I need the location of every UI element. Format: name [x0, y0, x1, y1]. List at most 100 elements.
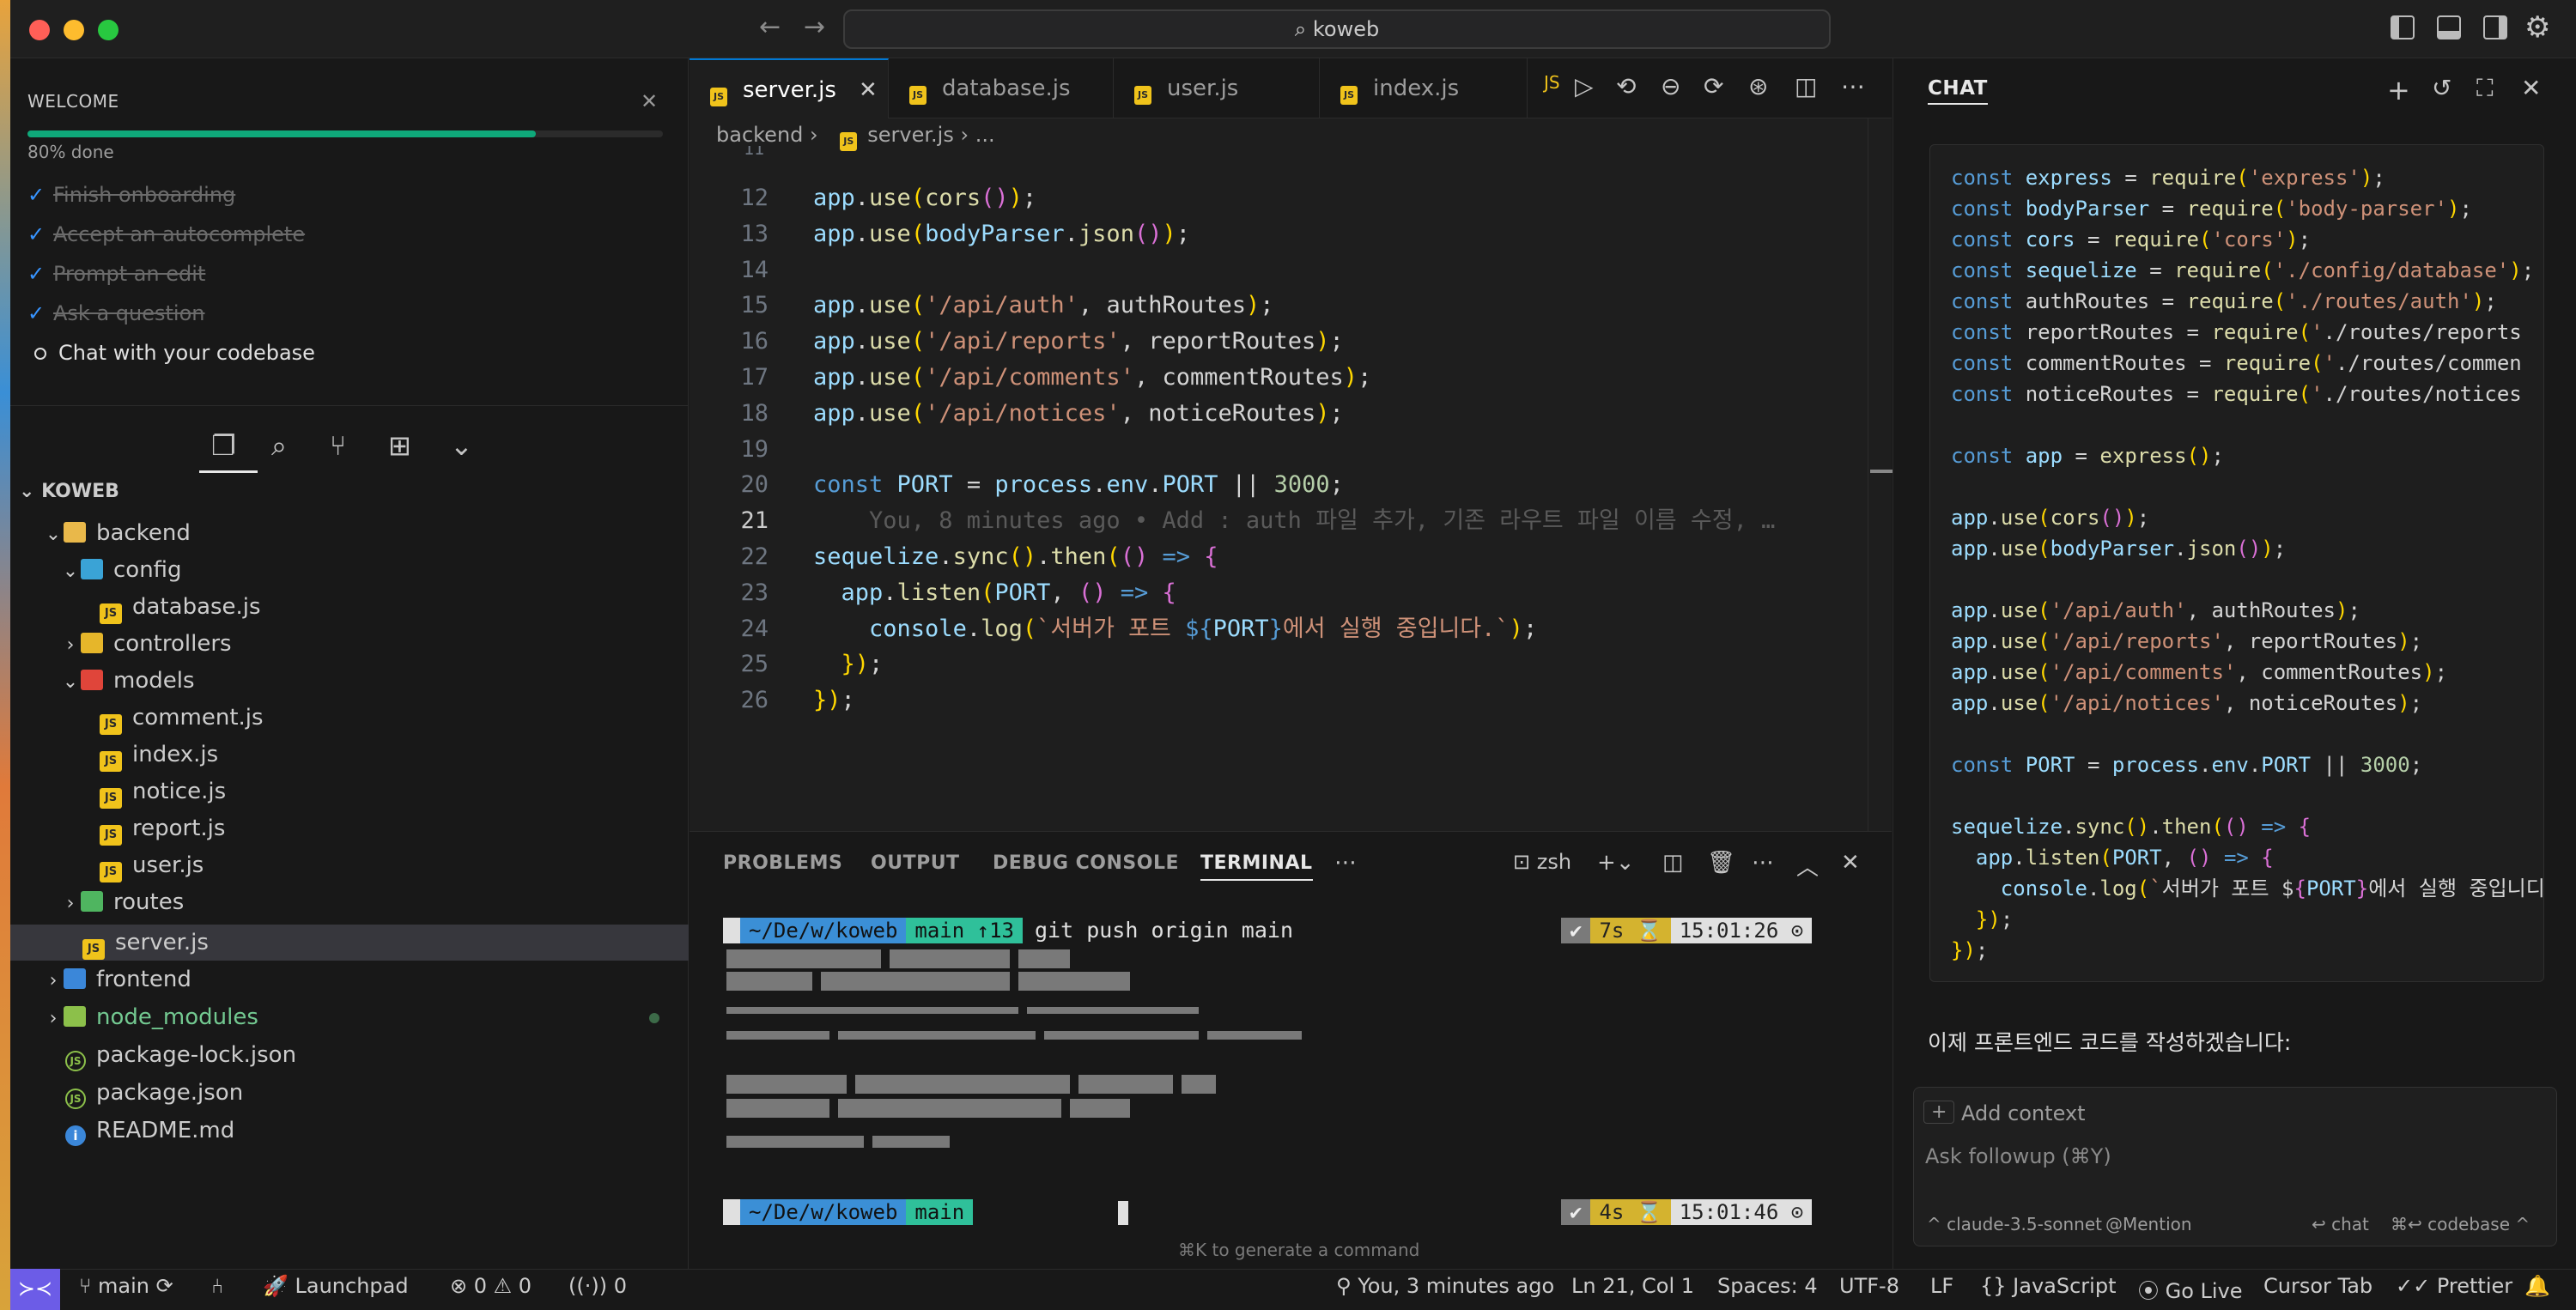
close-chat-icon[interactable]: ✕: [2521, 74, 2541, 102]
code-line[interactable]: 20 const PORT = process.env.PORT || 3000;: [690, 467, 1874, 503]
minimize-window-button[interactable]: [64, 20, 84, 40]
close-panel-icon[interactable]: ✕: [1841, 850, 1860, 876]
code-line[interactable]: 14: [690, 252, 1874, 288]
more-actions-icon[interactable]: ⋯: [1841, 72, 1865, 100]
tree-item-controllers[interactable]: › controllers: [10, 626, 689, 662]
chat-submit-button[interactable]: ↩ chat: [2312, 1214, 2369, 1234]
onboarding-item[interactable]: Chat with your codebase: [27, 338, 315, 367]
code-line[interactable]: 16 app.use('/api/reports', reportRoutes);: [690, 324, 1874, 360]
encoding[interactable]: UTF-8: [1839, 1274, 1899, 1298]
ports-indicator[interactable]: ((·)) 0: [568, 1274, 627, 1298]
code-line[interactable]: 21 You, 8 minutes ago • Add : auth 파일 추가…: [690, 503, 1874, 539]
new-chat-icon[interactable]: +: [2387, 74, 2410, 106]
tree-item-frontend[interactable]: › frontend: [10, 961, 689, 998]
code-line[interactable]: 12 app.use(cors());: [690, 180, 1874, 216]
close-window-button[interactable]: [29, 20, 50, 40]
go-back-change-icon[interactable]: ⟲: [1616, 72, 1636, 100]
close-tab-icon[interactable]: ✕: [859, 77, 878, 103]
explorer-files-icon[interactable]: ❐: [211, 429, 236, 462]
onboarding-item[interactable]: ✓ Ask a question: [27, 299, 204, 328]
code-line[interactable]: 26});: [690, 682, 1874, 719]
explorer-root[interactable]: ⌄ KOWEB: [19, 481, 119, 502]
branch-indicator[interactable]: ⑂ main ⟳: [79, 1274, 173, 1298]
chat-code-block[interactable]: const express = require('express'); const…: [1929, 144, 2544, 982]
code-line[interactable]: 19: [690, 432, 1874, 468]
onboarding-item[interactable]: ✓ Finish onboarding: [27, 180, 235, 209]
tree-item-routes[interactable]: › routes: [10, 884, 689, 920]
run-icon[interactable]: ▷: [1575, 72, 1594, 100]
codebase-submit-button[interactable]: ⌘↩ codebase ^: [2391, 1214, 2530, 1234]
cursor-tab-toggle[interactable]: Cursor Tab: [2263, 1274, 2372, 1298]
tab-server-js[interactable]: JS server.js ✕: [690, 58, 889, 118]
tab-index-js[interactable]: JS index.js: [1320, 58, 1528, 118]
tab-problems[interactable]: PROBLEMS: [723, 852, 842, 874]
mention-button[interactable]: @Mention: [2105, 1214, 2192, 1234]
tree-item-config[interactable]: ⌄ config: [10, 552, 689, 588]
terminal-shell-selector[interactable]: ⊡ zsh: [1513, 850, 1571, 874]
tree-item-backend[interactable]: ⌄ backend: [10, 515, 689, 551]
chevron-down-icon[interactable]: ⌄: [450, 429, 473, 462]
extensions-icon[interactable]: ⊞: [388, 429, 411, 462]
code-line[interactable]: 24 console.log(`서버가 포트 ${PORT}에서 실행 중입니다…: [690, 611, 1874, 647]
code-line[interactable]: 18 app.use('/api/notices', noticeRoutes);: [690, 396, 1874, 432]
tree-item-database-js[interactable]: JS database.js: [10, 589, 689, 625]
tab-terminal[interactable]: TERMINAL: [1200, 852, 1313, 881]
trash-icon[interactable]: 🗑: [1707, 850, 1735, 876]
back-arrow-icon[interactable]: ←: [759, 12, 781, 42]
code-line[interactable]: 23 app.listen(PORT, () => {: [690, 575, 1874, 611]
code-line[interactable]: 13 app.use(bodyParser.json());: [690, 216, 1874, 252]
prettier-status[interactable]: ✓✓ Prettier: [2396, 1274, 2512, 1298]
tree-item-index-js[interactable]: JS index.js: [10, 737, 689, 773]
tree-item-notice-js[interactable]: JS notice.js: [10, 773, 689, 810]
more-actions-icon[interactable]: ⋯: [1752, 850, 1774, 876]
go-forward-change-icon[interactable]: ⟳: [1704, 72, 1723, 100]
welcome-close-icon[interactable]: ✕: [641, 89, 658, 113]
gear-icon[interactable]: ⚙: [2524, 10, 2550, 45]
tab-debug-console[interactable]: DEBUG CONSOLE: [993, 852, 1179, 874]
forward-arrow-icon[interactable]: →: [804, 12, 825, 42]
search-icon[interactable]: ⌕: [271, 429, 287, 463]
new-terminal-icon[interactable]: +⌄: [1597, 850, 1635, 876]
end-of-line[interactable]: LF: [1930, 1274, 1953, 1298]
indentation[interactable]: Spaces: 4: [1717, 1274, 1818, 1298]
command-center-search[interactable]: ⌕ koweb: [843, 9, 1831, 49]
maximize-chat-icon[interactable]: ⛶: [2476, 74, 2494, 103]
model-selector[interactable]: ^ claude-3.5-sonnet: [1927, 1214, 2102, 1234]
git-graph-icon[interactable]: ⊛: [1748, 72, 1768, 100]
chat-tab[interactable]: CHAT: [1928, 77, 1988, 105]
language-mode[interactable]: {} JavaScript: [1980, 1274, 2116, 1298]
split-terminal-icon[interactable]: ◫: [1662, 850, 1684, 876]
tree-item-report-js[interactable]: JS report.js: [10, 810, 689, 846]
git-blame-indicator[interactable]: ⚲ You, 3 minutes ago: [1336, 1274, 1554, 1298]
code-line[interactable]: 25 });: [690, 646, 1874, 682]
gitlens-icon[interactable]: ⑃: [211, 1274, 223, 1298]
more-panels-icon[interactable]: ⋯: [1334, 850, 1357, 876]
tab-user-js[interactable]: JS user.js: [1114, 58, 1320, 118]
tree-item-user-js[interactable]: JS user.js: [10, 847, 689, 883]
code-line[interactable]: 22 sequelize.sync().then(() => {: [690, 539, 1874, 575]
tree-item-models[interactable]: ⌄ models: [10, 663, 689, 699]
split-editor-icon[interactable]: ◫: [1795, 72, 1817, 100]
remote-indicator-icon[interactable]: ≻≺: [10, 1269, 60, 1310]
history-icon[interactable]: ↺: [2432, 74, 2451, 102]
maximize-panel-icon[interactable]: ︿: [1796, 850, 1819, 882]
onboarding-item[interactable]: ✓ Accept an autocomplete: [27, 220, 305, 249]
add-context-button[interactable]: Add context: [1961, 1101, 2086, 1125]
code-line[interactable]: 15 app.use('/api/auth', authRoutes);: [690, 288, 1874, 324]
toggle-panel-icon[interactable]: [2437, 15, 2461, 39]
tree-item-comment-js[interactable]: JS comment.js: [10, 700, 689, 736]
toggle-secondary-sidebar-icon[interactable]: [2483, 15, 2507, 39]
launchpad-button[interactable]: 🚀 Launchpad: [263, 1274, 409, 1298]
tab-database-js[interactable]: JS database.js: [889, 58, 1114, 118]
tree-item-package-lock-json[interactable]: JS package-lock.json: [10, 1037, 689, 1073]
tree-item-node-modules[interactable]: › node_modules: [10, 999, 689, 1035]
tree-item-readme[interactable]: i README.md: [10, 1113, 689, 1149]
followup-input[interactable]: Ask followup (⌘Y): [1925, 1144, 2111, 1168]
code-line[interactable]: 17 app.use('/api/comments', commentRoutes…: [690, 360, 1874, 396]
tab-output[interactable]: OUTPUT: [871, 852, 960, 874]
go-live-button[interactable]: ⦿ Go Live: [2138, 1274, 2243, 1304]
problems-indicator[interactable]: ⊗ 0 ⚠ 0: [450, 1274, 532, 1298]
tree-item-package-json[interactable]: JS package.json: [10, 1075, 689, 1111]
cursor-position[interactable]: Ln 21, Col 1: [1571, 1274, 1694, 1298]
source-control-icon[interactable]: ⑂: [330, 429, 346, 462]
